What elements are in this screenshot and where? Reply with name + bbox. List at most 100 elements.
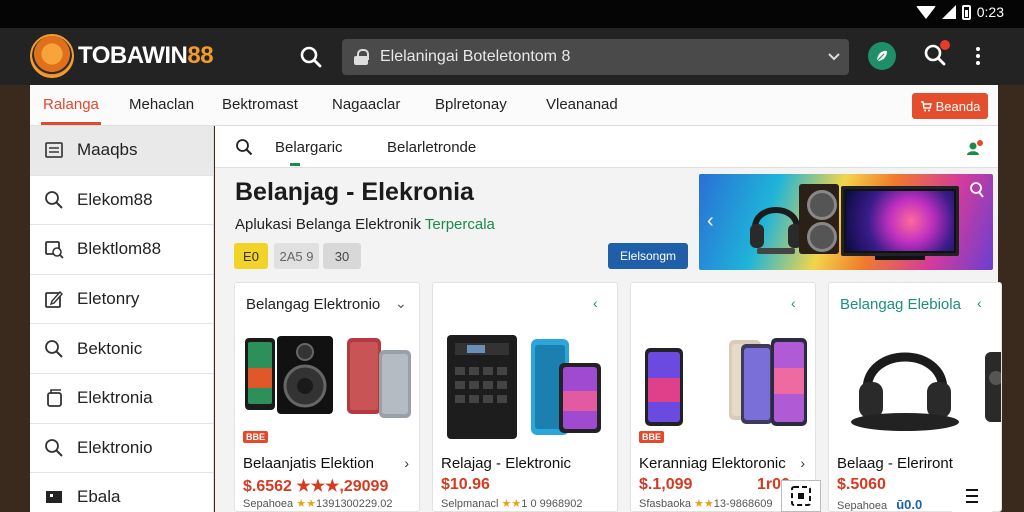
main-content: Belargaric Belarletronde Belanjag - Elek… [215,126,1002,512]
category-tab[interactable]: Vleananad [546,96,618,113]
sidebar-item-label: Elektronio [77,437,153,457]
sidebar-item-label: Maaqbs [77,140,138,160]
menu-icon[interactable] [952,480,992,512]
sidebar-item-label: Elektronia [77,388,153,408]
cart-label: Beanda [935,98,981,114]
leaf-button[interactable] [868,42,896,70]
edit-icon [45,291,63,308]
app-header: TOBAWIN88 Elelaningai Boteletontom 8 [0,28,1024,85]
tv-stand [875,256,925,260]
image-search-icon [45,241,64,260]
qr-scan-button[interactable] [781,480,821,512]
chevron-down-icon[interactable] [819,42,849,72]
filter-chip[interactable]: 2A5 9 [274,243,319,269]
category-nav: Ralanga Mehaclan Bektromast Nagaaclar Bp… [30,85,998,126]
sidebar-item[interactable]: Bektonic [30,324,213,374]
search-icon[interactable] [235,138,253,156]
product-name[interactable]: Belaanjatis Elektion [243,455,374,472]
sidebar-item[interactable]: Elekom88 [30,176,213,226]
search-input-value[interactable]: Elelaningai Boteletontom 8 [380,48,819,66]
cart-icon [920,101,932,112]
sidebar-item[interactable]: Elektronia [30,374,213,424]
battery-icon [961,4,971,20]
hero-title: Belanjag - Elekronia [235,178,474,206]
chevron-left-icon[interactable]: ‹ [791,295,805,311]
product-price: $10.96 [441,476,490,493]
speaker-image [799,184,839,254]
more-options-icon[interactable] [968,42,988,70]
product-meta: Sepahoea ★★1391300229.02 [243,498,393,510]
sidebar-item-label: Eletonry [77,289,140,309]
sidebar-item-label: Ebala [77,487,121,507]
search-input[interactable]: Elelaningai Boteletontom 8 [342,39,849,75]
product-meta: Sfasbaoka ★★13-9868609 [639,498,773,510]
sidebar-item-label: Elekom88 [77,189,153,209]
product-name[interactable]: Belaag - Eleriront [837,455,953,472]
category-tab[interactable]: Bektromast [222,96,298,113]
chevron-left-icon[interactable]: ‹ [593,295,607,311]
user-icon[interactable] [966,139,984,157]
product-image [851,352,1001,431]
logo-text: TOBAWIN88 [78,42,214,69]
chevron-right-icon[interactable]: › [404,455,409,471]
chevron-left-icon[interactable]: ‹ [977,295,991,311]
product-card[interactable]: Belangag Elektronio ⌄ BBE Belaanjatis El… [234,282,420,512]
wifi-icon [915,5,936,19]
chevron-down-icon[interactable]: ⌄ [395,295,409,311]
category-tab[interactable]: Ralanga [41,96,101,125]
sidebar-item[interactable]: Elektronio [30,424,213,474]
card-heading: Belangag Elebiola [840,296,961,313]
hero-subtitle: Aplukasi Belanga Elektronik Terpercala [235,216,495,233]
sub-tab[interactable]: Belarletronde [387,139,476,156]
category-tab[interactable]: Bplretonay [435,96,507,113]
product-card[interactable]: ‹ Relajag - Elektronic $10.96 Selpmanacl… [432,282,618,512]
sub-tab[interactable]: Belargaric [275,139,343,166]
sidebar-item[interactable]: Ebala [30,473,213,512]
chevron-right-icon[interactable]: › [800,455,805,471]
status-time: 0:23 [976,4,1004,20]
qr-icon [791,486,811,506]
sale-badge: BBE [243,431,269,443]
product-meta: Selpmanacl ★★1 0 9968902 [441,498,583,510]
hero-cta-button[interactable]: Elelsongm [608,243,688,269]
product-image [447,335,601,439]
sidebar-item-label: Blektlom88 [77,239,162,259]
search-icon[interactable] [298,44,324,70]
card-heading: Belangag Elektronio [246,296,381,313]
category-tab[interactable]: Nagaaclar [332,96,400,113]
product-image [245,336,411,418]
sidebar-item[interactable]: Eletonry [30,275,213,325]
signal-icon [941,5,956,19]
promo-banner[interactable]: ‹ [699,174,993,270]
sub-toolbar: Belargaric Belarletronde [215,126,998,168]
search-icon [45,438,63,457]
sidebar-item-label: Bektonic [77,338,143,358]
status-bar: 0:23 [0,0,1024,28]
product-name[interactable]: Relajag - Elektronic [441,455,571,472]
tag-icon [46,491,62,504]
category-tab[interactable]: Mehaclan [129,96,194,113]
app-logo[interactable]: TOBAWIN88 [30,34,214,78]
search-icon [45,339,63,358]
search-icon[interactable] [967,180,987,200]
sidebar: Maaqbs Elekom88 Blektlom88 Eletonry Bekt… [30,126,214,512]
floating-tools [771,477,1024,512]
copy-icon [47,389,62,408]
lock-icon [354,49,369,65]
product-price: $.6562 ★★★,29099 [243,478,389,495]
notification-dot [940,40,950,50]
search-icon [45,190,63,209]
product-price: $.1,099 [639,476,693,493]
tv-image [841,186,959,256]
cart-button[interactable]: Beanda [912,93,988,119]
product-image [645,338,807,426]
sidebar-item[interactable]: Maaqbs [30,126,213,176]
logo-icon [30,34,74,78]
filter-chip[interactable]: 30 [323,243,361,269]
notification-button[interactable] [922,40,950,70]
sidebar-item[interactable]: Blektlom88 [30,225,213,275]
filter-chip[interactable]: E0 [234,243,268,269]
status-icons: 0:23 [915,4,1004,20]
chevron-left-icon[interactable]: ‹ [707,210,725,234]
product-name[interactable]: Keranniag Elektoronic [639,455,786,472]
